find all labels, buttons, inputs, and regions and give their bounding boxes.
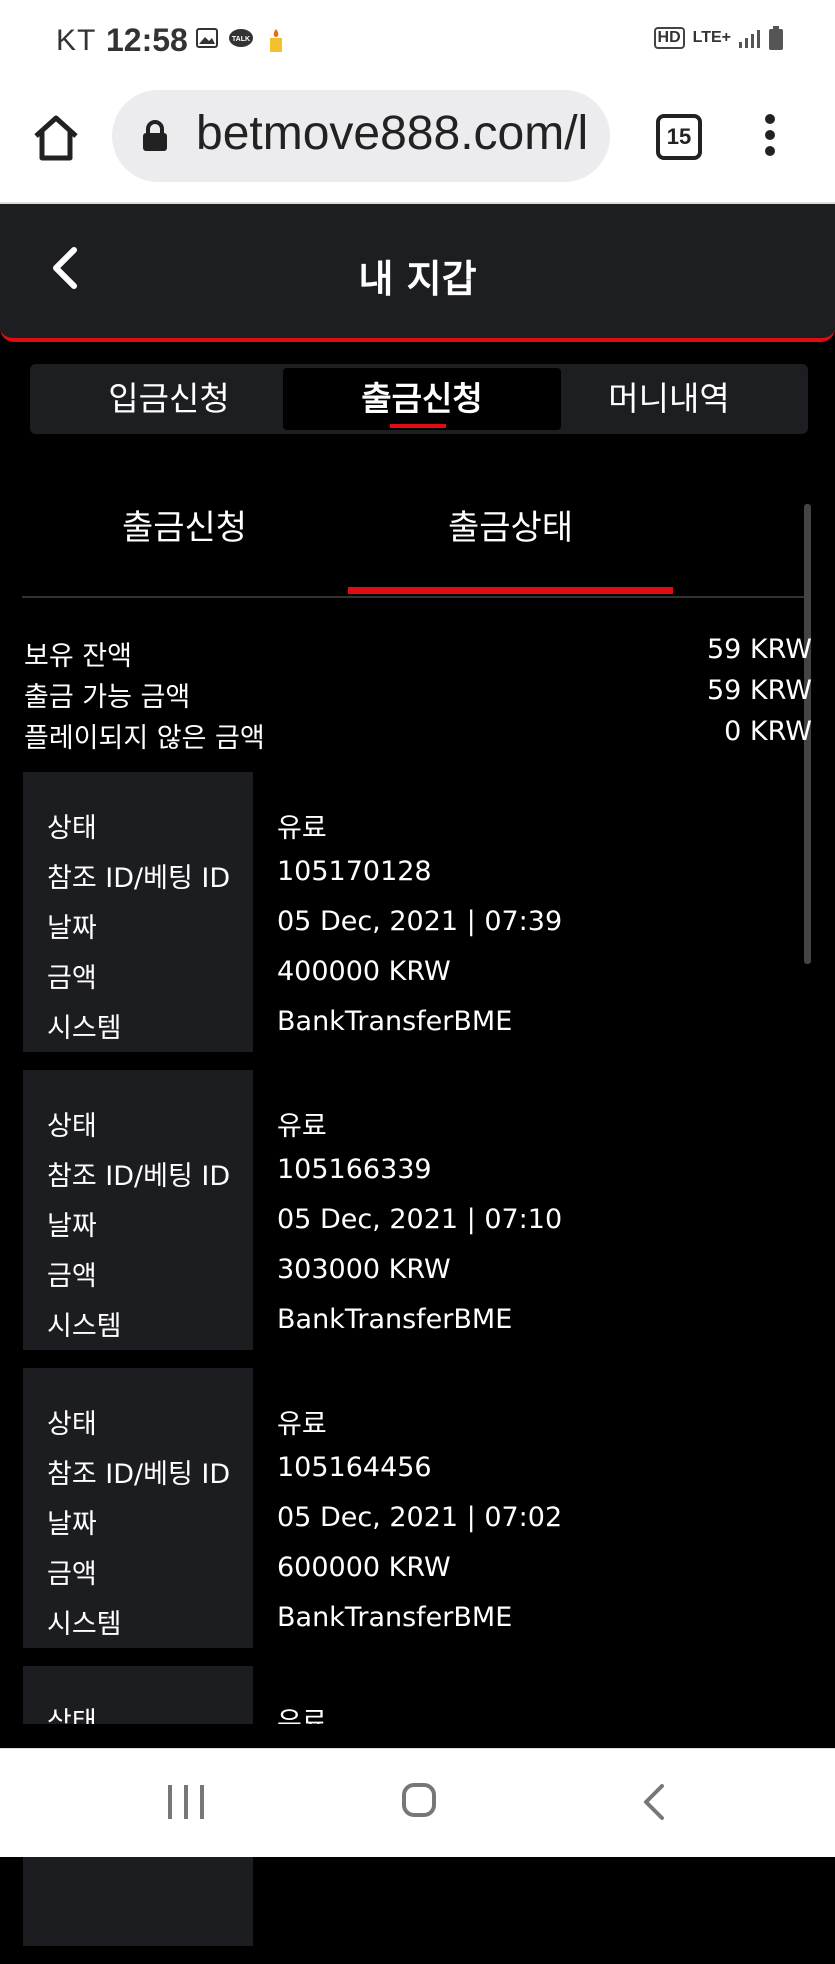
talk-notification-icon: TALK [229, 29, 253, 47]
balance-value: 0 KRW [724, 716, 812, 747]
balance-label: 보유 잔액 [24, 641, 132, 672]
balance-summary: 보유 잔액 59 KRW 출금 가능 금액 59 KRW 플레이되지 않은 금액… [24, 630, 812, 754]
record-labels: 상태 참조 ID/베팅 ID 날짜 금액 시스템 [23, 772, 253, 1052]
browser-toolbar: betmove888.com/l 15 [0, 82, 835, 204]
withdrawal-record: 상태 참조 ID/베팅 ID 날짜 금액 시스템 유료 105170128 05… [23, 772, 813, 1052]
ref-id-label: 참조 ID/베팅 ID [47, 1459, 231, 1490]
carrier-label: KT [56, 24, 97, 57]
amount-value: 303000 KRW [277, 1254, 451, 1285]
withdraw-subtabs: 출금신청 출금상태 [22, 490, 810, 598]
wallet-header: 내 지갑 [0, 204, 835, 342]
status-label: 상태 [47, 813, 97, 844]
amount-value: 400000 KRW [277, 956, 451, 987]
lock-icon [143, 120, 167, 151]
status-label: 상태 [47, 1409, 97, 1440]
tab-label: 머니내역 [608, 379, 730, 418]
recents-icon[interactable] [168, 1785, 206, 1819]
url-text: betmove888.com/l [196, 107, 589, 160]
tab-deposit-request[interactable]: 입금신청 [30, 368, 308, 430]
date-value: 05 Dec, 2021 | 07:39 [277, 906, 563, 937]
ref-id-label: 참조 ID/베팅 ID [47, 1161, 231, 1192]
balance-label: 출금 가능 금액 [24, 682, 191, 713]
ref-id-label: 참조 ID/베팅 ID [47, 863, 231, 894]
balance-value: 59 KRW [706, 675, 812, 706]
nav-home-icon[interactable] [402, 1783, 436, 1817]
status-value: 유료 [277, 813, 327, 844]
record-labels: 상태 참조 ID/베팅 ID 날짜 금액 시스템 [23, 1070, 253, 1350]
amount-label: 금액 [47, 1261, 97, 1292]
date-label: 날짜 [47, 1509, 97, 1540]
amount-label: 금액 [47, 1559, 97, 1590]
record-labels: 상태 참조 ID/베팅 ID 날짜 금액 시스템 [23, 1368, 253, 1648]
system-label: 시스템 [47, 1013, 122, 1044]
subtab-withdraw-status[interactable]: 출금상태 [348, 500, 673, 549]
tab-label: 입금신청 [108, 379, 230, 418]
status-bar: KT 12:58 TALK HD LTE+ [0, 0, 835, 82]
status-icons: HD LTE+ [653, 26, 783, 50]
system-label: 시스템 [47, 1609, 122, 1640]
system-value: BankTransferBME [277, 1304, 513, 1335]
amount-value: 600000 KRW [277, 1552, 451, 1583]
date-value: 05 Dec, 2021 | 07:02 [277, 1502, 563, 1533]
balance-row: 출금 가능 금액 59 KRW [24, 671, 812, 713]
date-value: 05 Dec, 2021 | 07:10 [277, 1204, 563, 1235]
system-value: BankTransferBME [277, 1602, 513, 1633]
tab-switcher-button[interactable]: 15 [656, 114, 702, 160]
balance-label: 플레이되지 않은 금액 [24, 723, 265, 754]
content-fade [0, 1724, 835, 1748]
ref-id-value: 105166339 [277, 1154, 432, 1185]
balance-value: 59 KRW [706, 634, 812, 665]
home-icon[interactable] [30, 112, 82, 164]
withdrawal-record: 상태 참조 ID/베팅 ID 날짜 금액 시스템 유료 105166339 05… [23, 1070, 813, 1350]
battery-icon [769, 26, 783, 50]
system-nav-bar [0, 1748, 835, 1857]
active-tab-underline [390, 424, 446, 428]
signal-icon [739, 30, 760, 48]
tab-money-history[interactable]: 머니내역 [530, 368, 808, 430]
ref-id-value: 105164456 [277, 1452, 432, 1483]
clock: 12:58 [106, 22, 188, 58]
system-label: 시스템 [47, 1311, 122, 1342]
status-value: 유료 [277, 1409, 327, 1440]
wallet-tabs: 입금신청 출금신청 머니내역 [30, 364, 808, 434]
tab-label: 출금신청 [361, 379, 483, 418]
date-label: 날짜 [47, 1211, 97, 1242]
date-label: 날짜 [47, 913, 97, 944]
ref-id-value: 105170128 [277, 856, 432, 887]
candle-notification-icon [270, 29, 282, 52]
balance-row: 보유 잔액 59 KRW [24, 630, 812, 672]
status-label: 상태 [47, 1111, 97, 1142]
gallery-notification-icon [196, 28, 218, 48]
svg-text:TALK: TALK [232, 36, 250, 43]
tab-withdraw-request[interactable]: 출금신청 [283, 368, 561, 430]
page-title: 내 지갑 [358, 257, 477, 301]
system-value: BankTransferBME [277, 1006, 513, 1037]
nav-back-icon[interactable] [640, 1783, 668, 1821]
overflow-menu-icon[interactable] [760, 114, 780, 162]
status-value: 유료 [277, 1111, 327, 1142]
hd-icon: HD [653, 27, 685, 49]
active-subtab-indicator [348, 587, 673, 594]
withdrawal-record: 상태 참조 ID/베팅 ID 날짜 금액 시스템 유료 105164456 05… [23, 1368, 813, 1648]
amount-label: 금액 [47, 963, 97, 994]
subtab-withdraw-request[interactable]: 출금신청 [22, 500, 347, 549]
lte-plus-icon: LTE+ [692, 29, 731, 46]
address-bar[interactable]: betmove888.com/l [112, 90, 610, 182]
balance-row: 플레이되지 않은 금액 0 KRW [24, 712, 812, 754]
